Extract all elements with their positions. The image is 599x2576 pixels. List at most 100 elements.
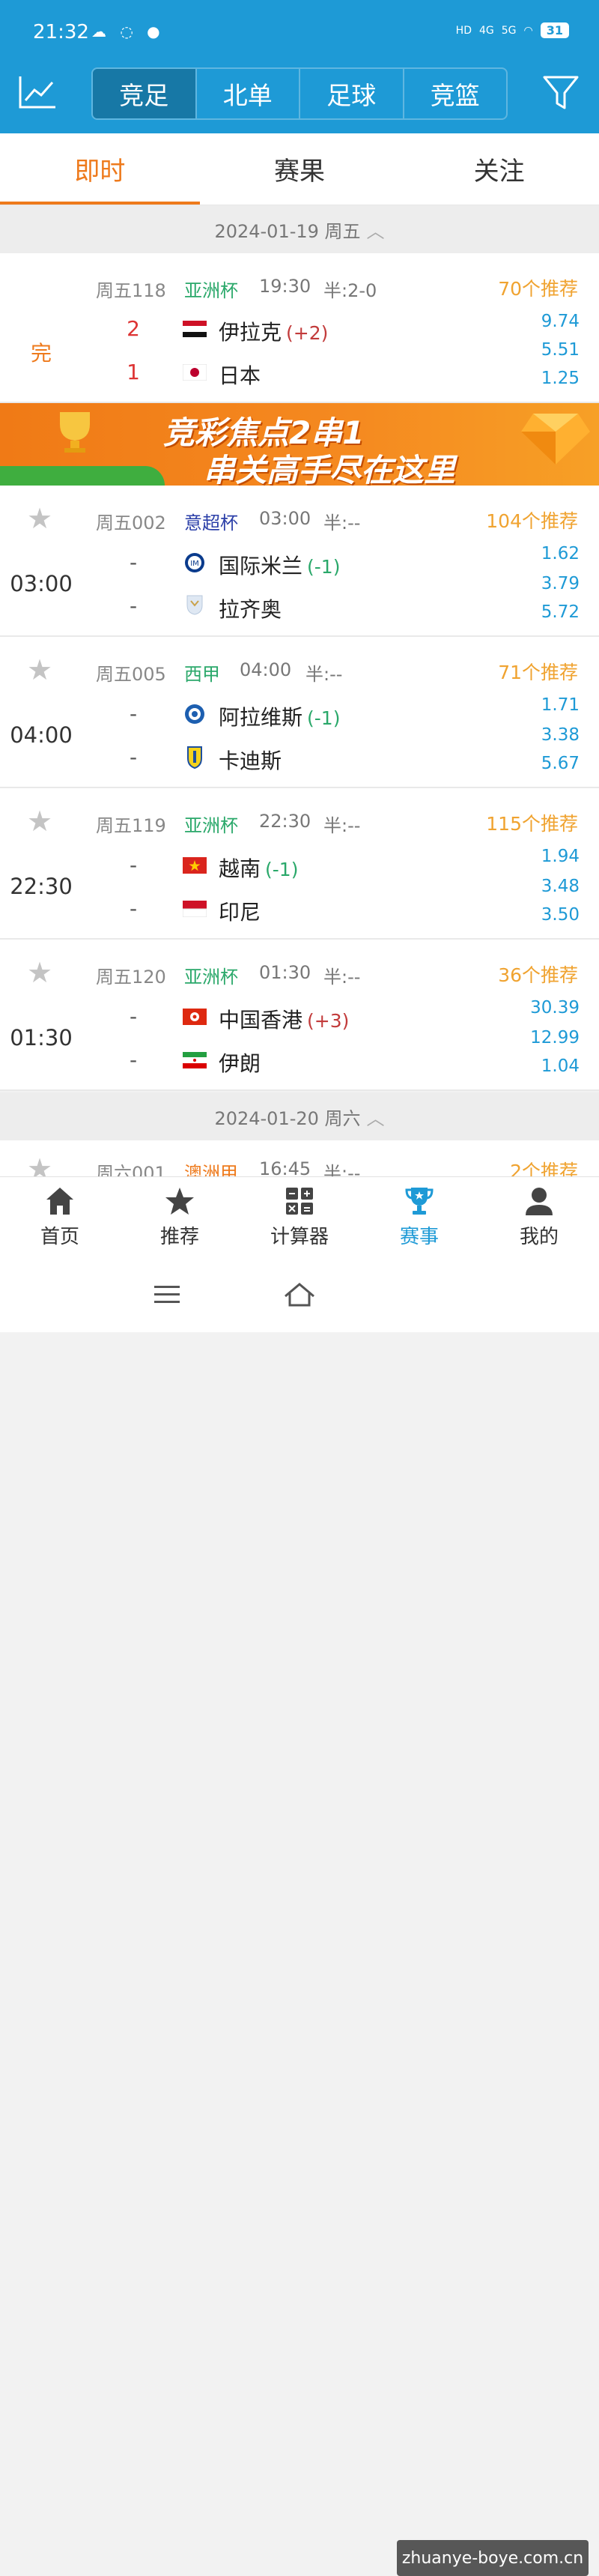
- home-team: 国际米兰 (-1): [219, 550, 340, 580]
- nav-profile[interactable]: 我的: [479, 1177, 599, 1257]
- recommend-count[interactable]: 71个推荐: [498, 658, 578, 685]
- odds-away[interactable]: 1.25: [541, 369, 580, 388]
- nav-recommend-label: 推荐: [159, 1226, 199, 1248]
- svg-text:IM: IM: [190, 560, 199, 568]
- date-header[interactable]: 2024-01-19 周五 ︿: [0, 205, 599, 253]
- trophy-icon: [60, 412, 90, 453]
- home-team-name: 中国香港: [219, 1008, 303, 1032]
- kickoff-time: 19:30: [259, 276, 311, 297]
- half-score: 半:--: [323, 513, 361, 533]
- odds-home[interactable]: 9.74: [541, 312, 580, 331]
- away-score: -: [129, 1047, 138, 1072]
- league-name: 亚洲杯: [184, 815, 238, 836]
- home-team-name: 越南: [219, 856, 261, 881]
- nav-matches-label: 赛事: [399, 1226, 439, 1248]
- recommend-count[interactable]: 104个推荐: [486, 507, 578, 533]
- odds-draw[interactable]: 3.79: [541, 574, 580, 593]
- odds-away[interactable]: 5.72: [541, 602, 580, 622]
- filter-icon[interactable]: [542, 75, 580, 111]
- match-row[interactable]: 完 周五118 亚洲杯 19:30 半:2-0 70个推荐 2 1 伊拉克 (+2…: [0, 253, 599, 403]
- nav-home[interactable]: 首页: [0, 1177, 120, 1257]
- recommend-count[interactable]: 70个推荐: [498, 274, 578, 301]
- menu-icon[interactable]: [150, 1280, 184, 1310]
- date-header[interactable]: 2024-01-20 周六 ︿: [0, 1092, 599, 1140]
- away-score: -: [129, 593, 138, 618]
- odds-home[interactable]: 1.62: [541, 544, 580, 563]
- match-code: 周五005: [96, 664, 166, 685]
- cadiz-logo-icon: [187, 746, 202, 769]
- kickoff-time: 03:00: [259, 508, 311, 529]
- home-score: -: [129, 853, 138, 877]
- star-icon[interactable]: ★: [27, 653, 52, 686]
- nav-calculator[interactable]: 计算器: [240, 1177, 359, 1257]
- nav-recommend[interactable]: 推荐: [120, 1177, 240, 1257]
- sub-tabs: 即时 赛果 关注: [0, 133, 599, 205]
- away-team: 伊朗: [219, 1051, 261, 1076]
- indonesia-flag-icon: [183, 901, 207, 917]
- match-row[interactable]: ★ 03:00 周五002 意超杯 03:00 半:-- 104个推荐 - - …: [0, 486, 599, 637]
- star-icon: [165, 1188, 194, 1215]
- odds-draw[interactable]: 5.51: [541, 340, 580, 360]
- tab-jinglan[interactable]: 竞篮: [404, 69, 507, 118]
- odds-away[interactable]: 1.04: [541, 1056, 580, 1076]
- status-time: 21:32: [33, 21, 89, 43]
- home-score: -: [129, 550, 138, 575]
- league-name: 亚洲杯: [184, 280, 238, 301]
- tab-follow[interactable]: 关注: [399, 133, 599, 205]
- nav-calculator-label: 计算器: [270, 1226, 329, 1248]
- promo-banner[interactable]: 竞彩焦点2串1 串关高手尽在这里: [0, 403, 599, 486]
- handicap: (-1): [307, 707, 341, 729]
- tab-jingzu[interactable]: 竞足: [93, 69, 197, 118]
- nav-matches[interactable]: 赛事: [359, 1177, 479, 1257]
- recommend-count[interactable]: 36个推荐: [498, 961, 578, 988]
- vietnam-flag-icon: [183, 857, 207, 874]
- tab-football[interactable]: 足球: [300, 69, 404, 118]
- banner-line-2: 串关高手尽在这里: [204, 452, 456, 486]
- star-icon[interactable]: ★: [27, 956, 52, 989]
- kickoff-time: 01:30: [259, 962, 311, 983]
- tab-live[interactable]: 即时: [0, 133, 200, 205]
- home-team: 中国香港 (+3): [219, 1004, 349, 1034]
- hongkong-flag-icon: [183, 1009, 207, 1025]
- nav-profile-label: 我的: [519, 1226, 559, 1248]
- iran-flag-icon: [183, 1052, 207, 1068]
- match-code: 周五119: [96, 815, 166, 836]
- iraq-flag-icon: [183, 321, 207, 337]
- system-navigation: zhuanye-boye.com.cn: [0, 1257, 599, 2576]
- odds-draw[interactable]: 3.48: [541, 877, 580, 896]
- trend-chart-icon[interactable]: [18, 75, 57, 109]
- league-name: 西甲: [184, 664, 220, 685]
- odds-draw[interactable]: 3.38: [541, 725, 580, 745]
- lazio-logo-icon: [186, 595, 203, 615]
- home-team-name: 阿拉维斯: [219, 705, 303, 730]
- odds-home[interactable]: 1.94: [541, 847, 580, 866]
- handicap: (+3): [307, 1010, 350, 1032]
- odds-home[interactable]: 1.71: [541, 695, 580, 715]
- away-team: 印尼: [219, 900, 261, 925]
- odds-away[interactable]: 5.67: [541, 754, 580, 773]
- match-status: 完: [30, 341, 52, 366]
- match-status: 03:00: [10, 571, 73, 596]
- away-team: 卡迪斯: [219, 749, 282, 773]
- home-team: 伊拉克 (+2): [219, 316, 328, 346]
- away-score: -: [129, 896, 138, 921]
- recommend-count[interactable]: 115个推荐: [486, 809, 578, 836]
- tab-results[interactable]: 赛果: [200, 133, 400, 205]
- match-row[interactable]: ★ 01:30 周五120 亚洲杯 01:30 半:-- 36个推荐 - - 中…: [0, 940, 599, 1091]
- star-icon[interactable]: ★: [27, 502, 52, 535]
- match-row[interactable]: ★ 22:30 周五119 亚洲杯 22:30 半:-- 115个推荐 - - …: [0, 788, 599, 940]
- status-right: HD 4G 5G ◠ 31: [456, 22, 569, 38]
- star-icon[interactable]: ★: [27, 805, 52, 838]
- odds-home[interactable]: 30.39: [530, 998, 580, 1018]
- odds-draw[interactable]: 12.99: [530, 1028, 580, 1047]
- odds-away[interactable]: 3.50: [541, 905, 580, 925]
- 4g-indicator: 4G: [478, 24, 494, 37]
- home-icon[interactable]: [282, 1280, 317, 1310]
- league-name: 亚洲杯: [184, 967, 238, 988]
- inter-logo-icon: IM: [185, 553, 204, 572]
- kickoff-time: 04:00: [240, 659, 292, 680]
- match-row[interactable]: ★ 04:00 周五005 西甲 04:00 半:-- 71个推荐 - - 阿拉…: [0, 637, 599, 788]
- home-team-name: 国际米兰: [219, 554, 303, 578]
- home-team: 越南 (-1): [219, 853, 298, 883]
- tab-beidan[interactable]: 北单: [197, 69, 300, 118]
